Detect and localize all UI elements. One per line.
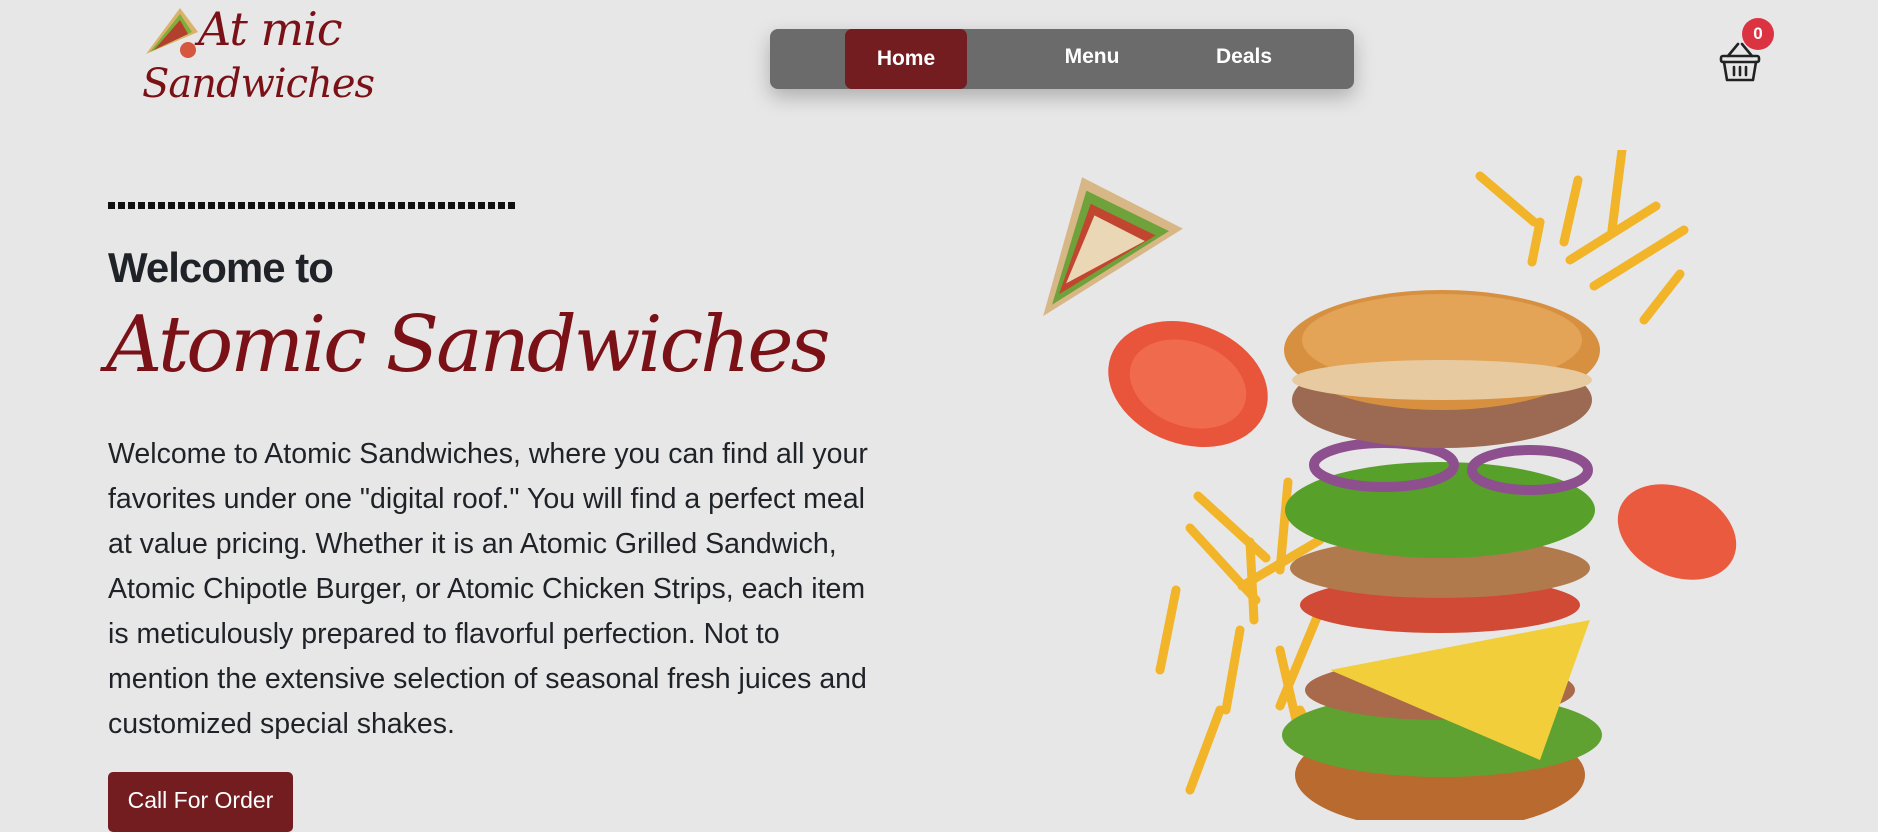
decorative-dotted-line [108, 202, 518, 209]
description-line: Atomic Chipotle Burger, or Atomic Chicke… [108, 573, 866, 605]
logo[interactable]: At mic Sandwiches [140, 0, 375, 120]
description-line: is meticulously prepared to flavorful pe… [108, 618, 780, 650]
description-line: mention the extensive selection of seaso… [108, 663, 867, 695]
main-nav: Home Menu Deals [770, 29, 1354, 89]
description-line: Welcome to Atomic Sandwiches, where you … [108, 438, 868, 470]
nav-menu[interactable]: Menu [1032, 27, 1152, 87]
call-for-order-button[interactable]: Call For Order [108, 772, 293, 832]
cart-count-badge: 0 [1742, 18, 1774, 50]
hero-description: Welcome to Atomic Sandwiches, where you … [108, 432, 928, 747]
brand-heading: Atomic Sandwiches [106, 300, 831, 390]
welcome-heading: Welcome to [108, 244, 334, 291]
nav-home[interactable]: Home [845, 29, 967, 89]
sandwich-logo-icon [146, 8, 198, 58]
nav-deals[interactable]: Deals [1184, 27, 1304, 87]
logo-text-bottom: Sandwiches [142, 61, 375, 107]
burger-hero-image [1043, 150, 1737, 820]
description-line: customized special shakes. [108, 708, 455, 740]
description-line: at value pricing. Whether it is an Atomi… [108, 528, 837, 560]
description-line: favorites under one "digital roof." You … [108, 483, 865, 515]
logo-text-top: At mic [198, 2, 343, 56]
